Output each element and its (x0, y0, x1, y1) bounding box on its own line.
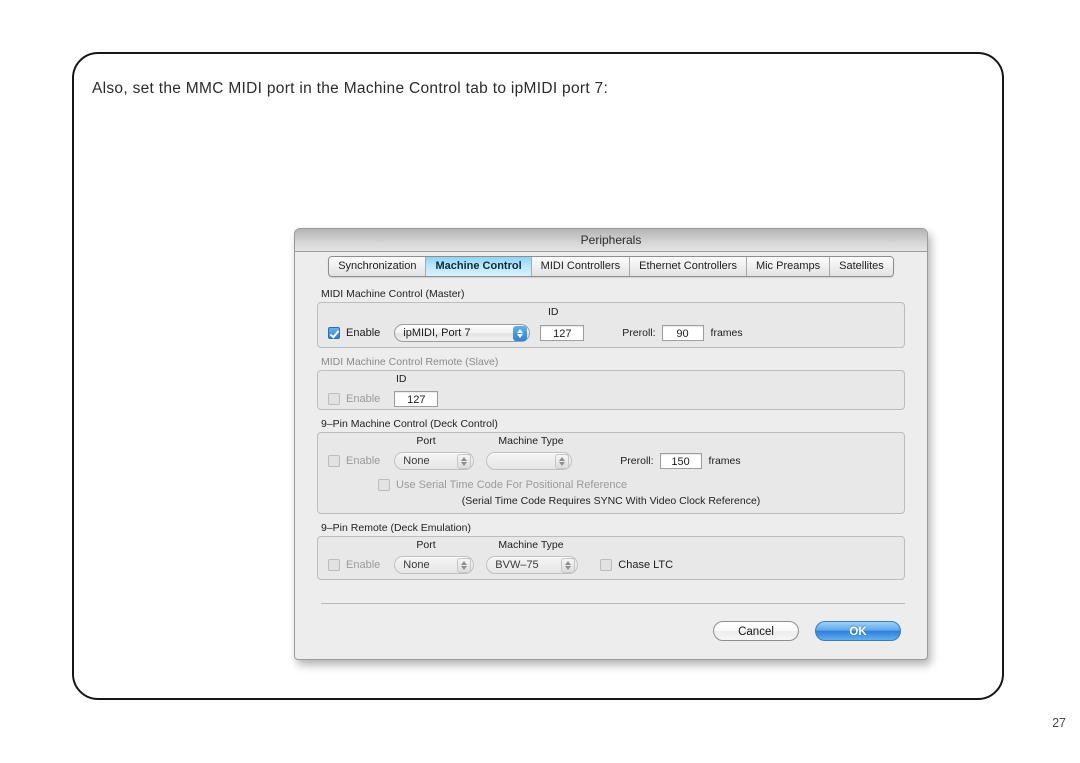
tab-machine-control[interactable]: Machine Control (426, 257, 532, 276)
ninepin-deck-emulation-machine-type-value: BVW–75 (495, 559, 539, 571)
ninepin-deck-control-machine-type-select[interactable] (486, 452, 573, 470)
machine-type-column-header-deck-control: Machine Type (498, 435, 564, 447)
ninepin-deck-control-preroll-field[interactable]: 150 (659, 453, 702, 469)
ok-button[interactable]: OK (815, 621, 901, 641)
mmc-master-port-select[interactable]: ipMIDI, Port 7 (394, 324, 531, 342)
ninepin-deck-control-enable-label: Enable (346, 455, 381, 467)
ninepin-deck-emulation-machine-type-select[interactable]: BVW–75 (486, 556, 579, 574)
ninepin-deck-emulation-enable-label: Enable (346, 559, 381, 571)
mmc-master-preroll-field[interactable]: 90 (661, 325, 704, 341)
tab-bar: Synchronization Machine Control MIDI Con… (295, 252, 927, 282)
ninepin-deck-control-preroll-label: Preroll: (620, 455, 654, 467)
chase-ltc-checkbox[interactable] (600, 559, 613, 571)
group-title-mmc-master: MIDI Machine Control (Master) (321, 288, 465, 300)
ninepin-deck-emulation-port-value: None (403, 559, 430, 571)
tab-synchronization[interactable]: Synchronization (329, 257, 427, 276)
mmc-slave-id-field[interactable]: 127 (394, 391, 439, 407)
dialog-body: MIDI Machine Control (Master) ID Enable … (295, 282, 927, 580)
chevron-updown-icon (457, 453, 472, 469)
mmc-master-enable-label: Enable (346, 327, 381, 339)
tab-strip: Synchronization Machine Control MIDI Con… (328, 256, 894, 277)
machine-type-column-header-deck-emulation: Machine Type (498, 539, 564, 551)
cancel-button[interactable]: Cancel (713, 621, 799, 641)
chevron-updown-icon (561, 557, 576, 573)
tab-satellites[interactable]: Satellites (830, 257, 893, 276)
group-box-ninepin-deck-control: Port Machine Type Enable None Preroll: 1… (317, 432, 905, 514)
group-box-mmc-slave: ID Enable 127 (317, 370, 905, 410)
group-ninepin-deck-control: 9–Pin Machine Control (Deck Control) Por… (317, 418, 905, 514)
mmc-master-preroll-label: Preroll: (622, 327, 656, 339)
serial-time-code-label: Use Serial Time Code For Positional Refe… (396, 479, 628, 491)
id-column-header-master: ID (548, 306, 559, 318)
mmc-master-frames-label: frames (710, 327, 743, 339)
group-ninepin-deck-emulation: 9–Pin Remote (Deck Emulation) Port Machi… (317, 522, 905, 580)
group-title-ninepin-deck-emulation: 9–Pin Remote (Deck Emulation) (321, 522, 471, 534)
id-column-header-slave: ID (396, 373, 407, 385)
mmc-master-enable-checkbox[interactable] (328, 327, 340, 339)
group-mmc-master: MIDI Machine Control (Master) ID Enable … (317, 288, 905, 348)
mmc-slave-enable-label: Enable (346, 393, 381, 405)
peripherals-dialog: Peripherals Synchronization Machine Cont… (294, 228, 928, 660)
dialog-footer: Cancel OK (295, 597, 927, 659)
dialog-titlebar[interactable]: Peripherals (295, 229, 927, 252)
page-number: 27 (1052, 716, 1066, 730)
ninepin-deck-control-enable-checkbox[interactable] (328, 455, 340, 467)
slide-card: Also, set the MMC MIDI port in the Machi… (72, 52, 1004, 700)
port-column-header-deck-emulation: Port (416, 539, 436, 551)
serial-time-code-note: (Serial Time Code Requires SYNC With Vid… (461, 495, 761, 507)
footer-separator (321, 603, 905, 604)
tab-mic-preamps[interactable]: Mic Preamps (746, 257, 831, 276)
chevron-updown-icon (457, 557, 472, 573)
ninepin-deck-emulation-enable-checkbox[interactable] (328, 559, 340, 571)
port-column-header-deck-control: Port (416, 435, 436, 447)
group-mmc-slave: MIDI Machine Control Remote (Slave) ID E… (317, 356, 905, 410)
dialog-title: Peripherals (580, 233, 642, 247)
mmc-slave-enable-checkbox[interactable] (328, 393, 340, 405)
chevron-updown-icon (513, 325, 528, 341)
ninepin-deck-control-port-select[interactable]: None (394, 452, 475, 470)
serial-time-code-checkbox[interactable] (378, 479, 390, 491)
group-box-ninepin-deck-emulation: Port Machine Type Enable None BVW–75 Cha… (317, 536, 905, 580)
chevron-updown-icon (555, 453, 570, 469)
tab-ethernet-controllers[interactable]: Ethernet Controllers (630, 257, 747, 276)
ninepin-deck-control-frames-label: frames (708, 455, 741, 467)
group-box-mmc-master: ID Enable ipMIDI, Port 7 127 Preroll: 90 (317, 302, 905, 348)
ninepin-deck-emulation-port-select[interactable]: None (394, 556, 475, 574)
mmc-master-id-field[interactable]: 127 (540, 325, 585, 341)
chase-ltc-label: Chase LTC (618, 559, 674, 571)
ninepin-deck-control-port-value: None (403, 455, 430, 467)
mmc-master-port-value: ipMIDI, Port 7 (403, 327, 471, 339)
group-title-ninepin-deck-control: 9–Pin Machine Control (Deck Control) (321, 418, 498, 430)
tab-midi-controllers[interactable]: MIDI Controllers (531, 257, 631, 276)
group-title-mmc-slave: MIDI Machine Control Remote (Slave) (321, 356, 499, 368)
page-title: Also, set the MMC MIDI port in the Machi… (92, 80, 609, 97)
